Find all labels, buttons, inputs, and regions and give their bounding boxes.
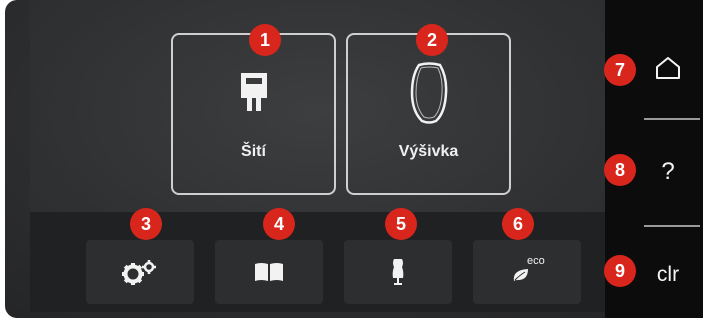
sewing-tile[interactable]: Šití [171,33,336,195]
callout-badge: 3 [130,208,162,240]
home-button[interactable] [633,38,703,98]
presser-foot-icon [240,73,267,111]
callout-badge: 5 [385,208,417,240]
book-icon [255,263,283,281]
machine-display: Šití Výšivka eco ? clr [5,0,703,318]
help-icon: ? [661,158,675,185]
eco-button[interactable]: eco [473,240,581,304]
sidebar-divider [644,118,700,120]
embroidery-tile[interactable]: Výšivka [346,33,511,195]
setup-button[interactable] [86,240,194,304]
eco-indicator: eco [510,255,545,287]
callout-badge: 2 [416,24,448,56]
sidebar-divider [644,225,700,227]
embroidery-hoop-icon [410,62,447,124]
clear-icon: clr [656,263,680,286]
help-button[interactable]: ? [633,142,703,202]
callout-badge: 6 [502,208,534,240]
home-icon [656,57,680,79]
callout-badge: 9 [604,255,636,287]
eco-leaf-icon [513,269,528,281]
consultant-button[interactable] [344,240,452,304]
embroidery-label: Výšivka [398,143,459,160]
dress-form-icon [392,259,404,285]
sewing-label: Šití [241,143,266,160]
gears-icon [122,260,156,285]
callout-badge: 7 [604,54,636,86]
callout-badge: 4 [263,208,295,240]
callout-badge: 1 [249,24,281,56]
clear-button[interactable]: clr [633,245,703,305]
eco-text: eco [527,255,545,267]
tutorial-button[interactable] [215,240,323,304]
callout-badge: 8 [604,154,636,186]
